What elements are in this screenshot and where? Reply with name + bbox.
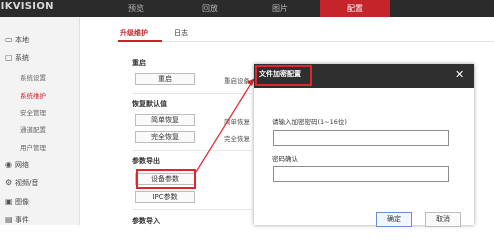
password-field[interactable] xyxy=(273,130,449,146)
close-icon[interactable]: ✕ xyxy=(455,68,464,81)
ok-button[interactable]: 确定 xyxy=(376,212,412,227)
confirm-password-label: 密码确认 xyxy=(272,155,298,163)
cancel-button[interactable]: 取消 xyxy=(425,212,461,227)
highlight-box-dialog-title xyxy=(255,65,312,86)
confirm-password-field[interactable] xyxy=(273,166,449,182)
password-label: 请输入加密密码(1~16位) xyxy=(272,118,347,126)
